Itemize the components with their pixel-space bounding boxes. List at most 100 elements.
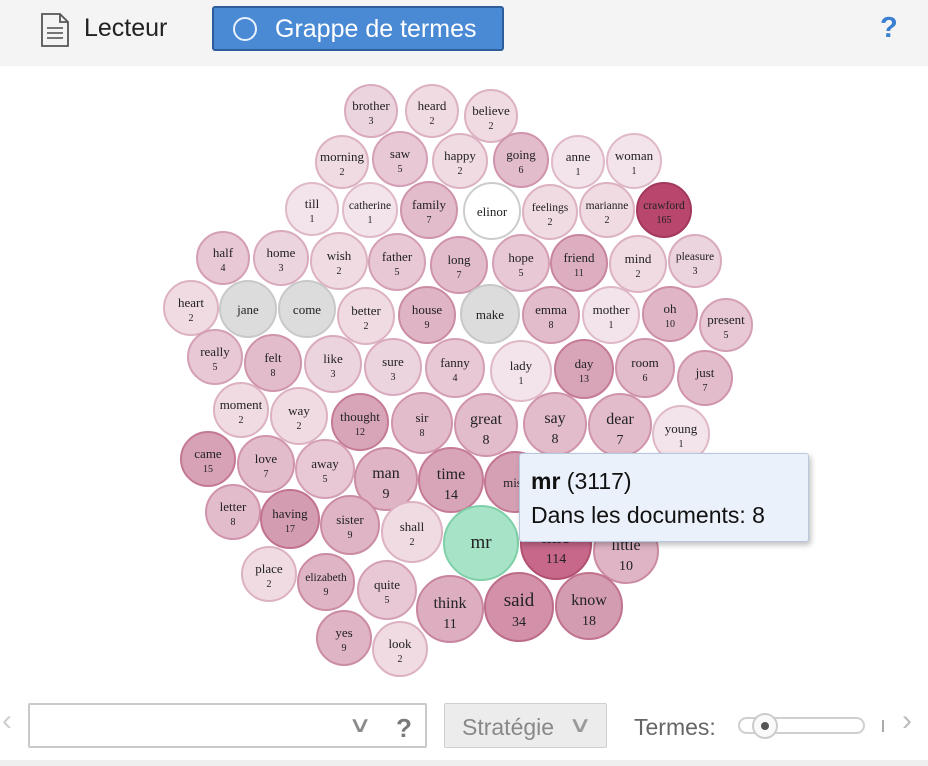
term-bubble-anne[interactable]: anne 1 (551, 135, 605, 189)
bubble-count-label: 5 (724, 330, 729, 341)
search-help-button[interactable]: ? (396, 713, 412, 744)
term-bubble-love[interactable]: love 7 (237, 435, 295, 493)
term-bubble-great[interactable]: great 8 (454, 393, 518, 457)
term-bubble-better[interactable]: better 2 (337, 287, 395, 345)
term-bubble-just[interactable]: just 7 (677, 350, 733, 406)
term-bubble-catherine[interactable]: catherine 1 (342, 182, 398, 238)
bubble-term-label: man (372, 465, 400, 482)
term-bubble-place[interactable]: place 2 (241, 546, 297, 602)
bubble-count-label: 2 (458, 166, 463, 177)
term-bubble-sure[interactable]: sure 3 (364, 338, 422, 396)
term-bubble-hope[interactable]: hope 5 (492, 234, 550, 292)
term-bubble-going[interactable]: going 6 (493, 132, 549, 188)
term-bubble-long[interactable]: long 7 (430, 236, 488, 294)
term-bubble-shall[interactable]: shall 2 (381, 501, 443, 563)
term-bubble-happy[interactable]: happy 2 (432, 133, 488, 189)
term-bubble-way[interactable]: way 2 (270, 387, 328, 445)
term-bubble-day[interactable]: day 13 (554, 339, 614, 399)
bubble-term-label: believe (472, 103, 510, 118)
term-bubble-feelings[interactable]: feelings 2 (522, 184, 578, 240)
bubble-term-label: wish (327, 248, 352, 263)
term-bubble-lady[interactable]: lady 1 (490, 340, 552, 402)
chevron-down-icon[interactable]: ∨ (348, 712, 372, 738)
term-bubble-come[interactable]: come (278, 280, 336, 338)
term-bubble-time[interactable]: time 14 (418, 447, 484, 513)
term-bubble-marianne[interactable]: marianne 2 (579, 182, 635, 238)
term-bubble-say[interactable]: say 8 (523, 392, 587, 456)
term-bubble-brother[interactable]: brother 3 (344, 84, 398, 138)
term-bubble-dear[interactable]: dear 7 (588, 393, 652, 457)
bubble-term-label: time (437, 466, 465, 483)
term-bubble-elizabeth[interactable]: elizabeth 9 (297, 553, 355, 611)
term-bubble-jane[interactable]: jane (219, 280, 277, 338)
term-search-input[interactable]: ∨ ? (28, 703, 427, 748)
tooltip-title: mr (3117) (531, 468, 632, 495)
term-bubble-heard[interactable]: heard 2 (405, 84, 459, 138)
term-bubble-sister[interactable]: sister 9 (320, 495, 380, 555)
bubble-count-label: 5 (395, 267, 400, 278)
term-bubble-wish[interactable]: wish 2 (310, 232, 368, 290)
term-bubble-quite[interactable]: quite 5 (357, 560, 417, 620)
tab-reader[interactable]: Lecteur (84, 14, 167, 43)
help-button[interactable]: ? (880, 12, 898, 45)
term-bubble-came[interactable]: came 15 (180, 431, 236, 487)
term-bubble-sir[interactable]: sir 8 (391, 392, 453, 454)
terms-slider-handle[interactable] (752, 713, 778, 739)
term-bubble-mr[interactable]: mr (443, 505, 519, 581)
term-bubble-morning[interactable]: morning 2 (315, 135, 369, 189)
bubble-term-label: family (412, 197, 446, 212)
strategy-dropdown[interactable]: Stratégie ∨ (444, 703, 607, 748)
term-bubble-thought[interactable]: thought 12 (331, 393, 389, 451)
term-bubble-till[interactable]: till 1 (285, 182, 339, 236)
term-bubble-look[interactable]: look 2 (372, 621, 428, 677)
bubble-term-label: long (447, 252, 471, 267)
term-bubble-having[interactable]: having 17 (260, 489, 320, 549)
term-bubble-felt[interactable]: felt 8 (244, 334, 302, 392)
term-bubble-heart[interactable]: heart 2 (163, 280, 219, 336)
document-icon[interactable] (40, 13, 70, 47)
term-bubble-present[interactable]: present 5 (699, 298, 753, 352)
term-bubble-said[interactable]: said 34 (484, 572, 554, 642)
term-bubble-fanny[interactable]: fanny 4 (425, 338, 485, 398)
bubble-term-label: heard (418, 98, 447, 113)
term-bubble-believe[interactable]: believe 2 (464, 89, 518, 143)
term-bubble-saw[interactable]: saw 5 (372, 131, 428, 187)
bubble-term-label: anne (566, 149, 591, 164)
radio-icon (233, 17, 257, 41)
tab-term-cluster-label: Grappe de termes (275, 15, 477, 43)
term-bubble-mother[interactable]: mother 1 (582, 286, 640, 344)
bubble-count-label: 5 (323, 474, 328, 485)
term-bubble-mind[interactable]: mind 2 (609, 235, 667, 293)
term-bubble-make[interactable]: make (460, 284, 520, 344)
term-bubble-like[interactable]: like 3 (304, 335, 362, 393)
bubble-count-label: 18 (582, 614, 596, 629)
term-bubble-really[interactable]: really 5 (187, 329, 243, 385)
term-bubble-know[interactable]: know 18 (555, 572, 623, 640)
term-bubble-family[interactable]: family 7 (400, 181, 458, 239)
term-bubble-room[interactable]: room 6 (615, 338, 675, 398)
bubble-term-label: mother (593, 302, 630, 317)
term-bubble-think[interactable]: think 11 (416, 575, 484, 643)
bubble-term-label: feelings (532, 202, 569, 214)
term-bubble-house[interactable]: house 9 (398, 286, 456, 344)
term-bubble-woman[interactable]: woman 1 (606, 133, 662, 189)
previous-icon[interactable]: ‹ (2, 704, 12, 738)
term-bubble-father[interactable]: father 5 (368, 233, 426, 291)
chevron-down-icon: ∨ (567, 712, 593, 737)
tab-term-cluster[interactable]: Grappe de termes (212, 6, 504, 51)
term-bubble-letter[interactable]: letter 8 (205, 484, 261, 540)
term-bubble-oh[interactable]: oh 10 (642, 286, 698, 342)
bubble-count-label: 9 (425, 320, 430, 331)
term-bubble-yes[interactable]: yes 9 (316, 610, 372, 666)
term-bubble-crawford[interactable]: crawford 165 (636, 182, 692, 238)
term-bubble-elinor[interactable]: elinor (463, 182, 521, 240)
term-bubble-home[interactable]: home 3 (253, 230, 309, 286)
term-bubble-pleasure[interactable]: pleasure 3 (668, 234, 722, 288)
term-bubble-away[interactable]: away 5 (295, 439, 355, 499)
bubble-term-label: said (504, 590, 535, 611)
term-bubble-half[interactable]: half 4 (196, 231, 250, 285)
next-icon[interactable]: › (902, 704, 912, 738)
term-bubble-moment[interactable]: moment 2 (213, 382, 269, 438)
term-bubble-friend[interactable]: friend 11 (550, 234, 608, 292)
term-bubble-emma[interactable]: emma 8 (522, 286, 580, 344)
